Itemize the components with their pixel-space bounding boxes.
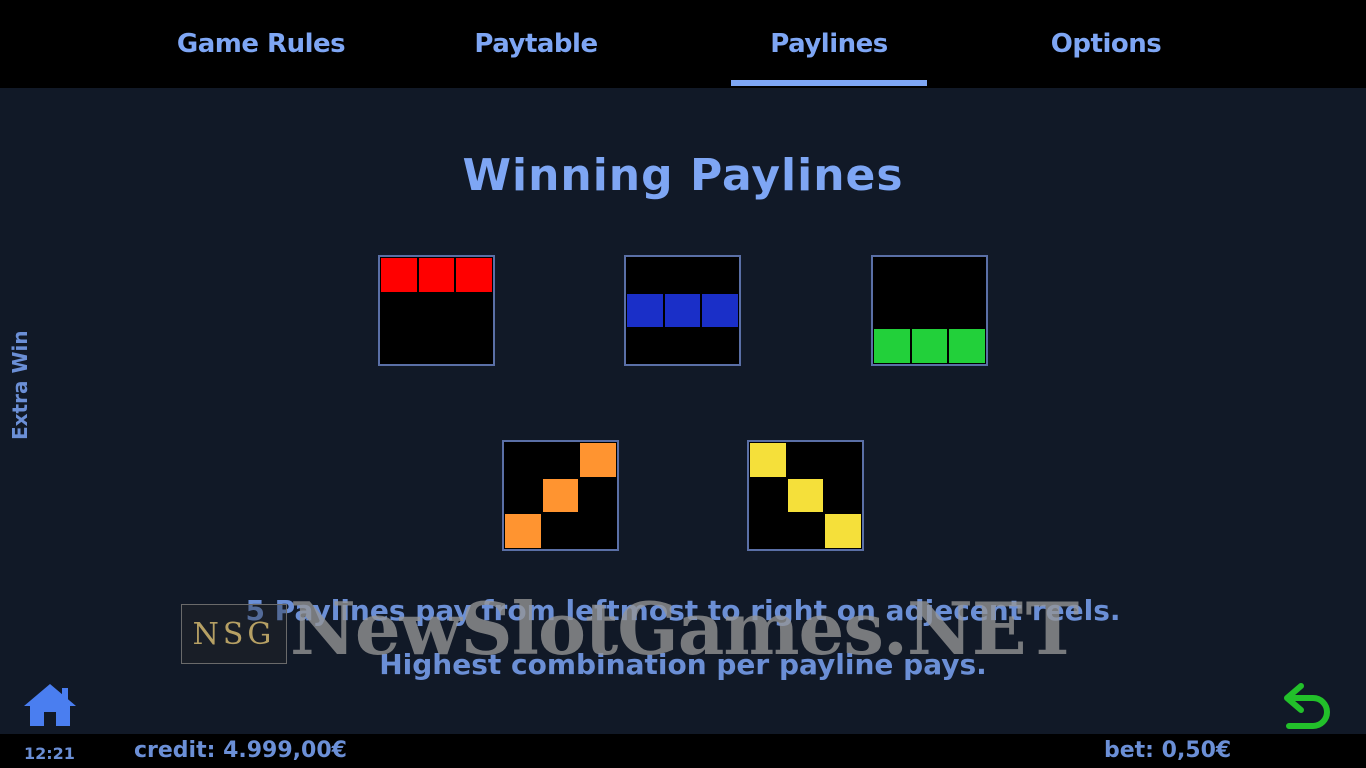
tab-paylines[interactable]: Paylines (731, 0, 927, 88)
payline-cell (417, 292, 456, 329)
tab-options[interactable]: Options (1010, 0, 1202, 88)
payline-5-grid (747, 440, 864, 551)
payline-cell (701, 257, 739, 293)
payline-cell (417, 328, 456, 364)
payline-cell (948, 257, 986, 293)
payline-cell (824, 477, 862, 514)
tab-game-rules[interactable]: Game Rules (150, 0, 372, 88)
payline-cell (455, 257, 493, 293)
payline-cell (749, 513, 787, 549)
payline-1-grid (378, 255, 495, 366)
payline-cell (948, 292, 986, 329)
home-icon[interactable] (22, 682, 78, 728)
payline-cell (626, 328, 664, 364)
page-title: Winning Paylines (462, 150, 904, 201)
payline-cell (786, 513, 825, 549)
credit-display: credit: 4.999,00€ (134, 738, 347, 763)
payline-cell (380, 328, 418, 364)
payline-cell (749, 477, 787, 514)
paylines-screen: Game Rules Paytable Paylines Options Ext… (0, 0, 1366, 768)
bet-display: bet: 0,50€ (1104, 738, 1232, 763)
payline-cell (663, 328, 702, 364)
back-arrow-icon[interactable] (1283, 680, 1335, 732)
payline-cell (380, 292, 418, 329)
payline-cell (579, 477, 617, 514)
watermark-logo: NSG (181, 604, 287, 664)
tab-bar: Game Rules Paytable Paylines Options (0, 0, 1366, 88)
watermark-text: NewSlotGames.NET (290, 586, 1079, 671)
payline-4-grid (502, 440, 619, 551)
status-bar: 12:21 credit: 4.999,00€ bet: 0,50€ (0, 734, 1366, 768)
payline-cell (873, 328, 911, 364)
payline-cell (910, 257, 949, 293)
payline-cell (786, 477, 825, 514)
payline-cell (579, 442, 617, 478)
payline-cell (541, 442, 580, 478)
payline-cell (455, 328, 493, 364)
clock: 12:21 (24, 744, 75, 763)
payline-cell (663, 292, 702, 329)
payline-3-grid (871, 255, 988, 366)
payline-cell (824, 513, 862, 549)
payline-cell (663, 257, 702, 293)
payline-cell (504, 442, 542, 478)
payline-cell (504, 513, 542, 549)
extra-win-tab[interactable]: Extra Win (8, 330, 32, 440)
payline-cell (626, 257, 664, 293)
payline-cell (786, 442, 825, 478)
payline-cell (749, 442, 787, 478)
payline-cell (873, 292, 911, 329)
payline-cell (504, 477, 542, 514)
payline-cell (579, 513, 617, 549)
payline-cell (873, 257, 911, 293)
payline-cell (380, 257, 418, 293)
payline-cell (701, 328, 739, 364)
payline-cell (910, 292, 949, 329)
payline-cell (541, 477, 580, 514)
payline-cell (626, 292, 664, 329)
payline-cell (541, 513, 580, 549)
payline-cell (824, 442, 862, 478)
tab-paytable[interactable]: Paytable (440, 0, 632, 88)
payline-cell (455, 292, 493, 329)
payline-cell (910, 328, 949, 364)
payline-cell (417, 257, 456, 293)
payline-cell (948, 328, 986, 364)
payline-cell (701, 292, 739, 329)
payline-2-grid (624, 255, 741, 366)
